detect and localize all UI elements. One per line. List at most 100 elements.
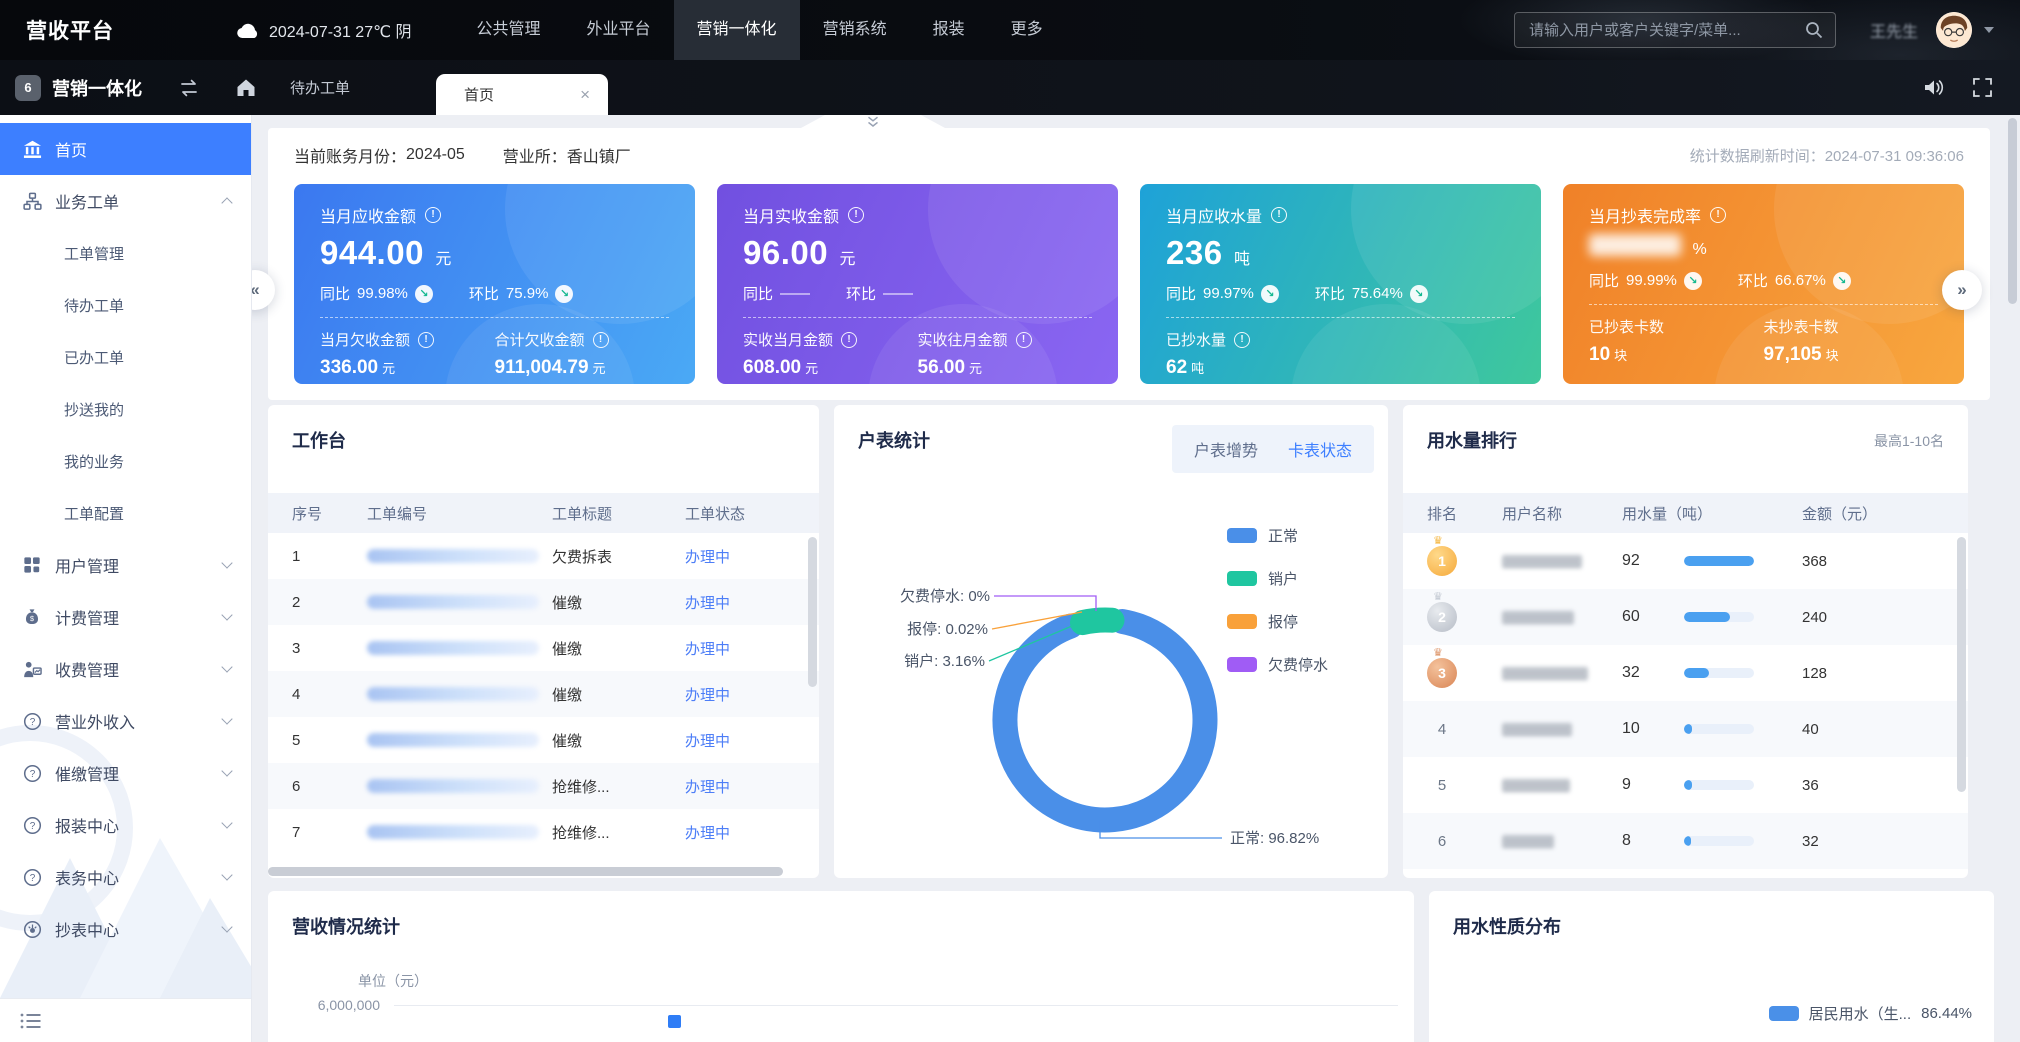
top-nav-public-mgmt[interactable]: 公共管理 — [454, 0, 564, 60]
tab-home[interactable]: 首页 × — [436, 74, 608, 115]
top-nav-more[interactable]: 更多 — [988, 0, 1066, 60]
sidebar-subitem-done-orders[interactable]: 已办工单 — [0, 331, 251, 383]
table-row: 3催缴办理中 — [268, 625, 819, 671]
search-icon[interactable] — [1805, 21, 1823, 39]
donut-slice-closed[interactable] — [1083, 620, 1113, 623]
usage-bar — [1684, 556, 1754, 566]
top-nav-marketing-integrated[interactable]: 营销一体化 — [674, 0, 800, 60]
trend-down-icon: ↘ — [1684, 272, 1702, 290]
question-circle-icon: ? — [22, 711, 42, 731]
sub-metric-value: 62 — [1166, 357, 1187, 378]
top-nav-marketing-system[interactable]: 营销系统 — [800, 0, 910, 60]
sidebar-item-collection-mgmt[interactable]: ? 催缴管理 — [0, 747, 251, 799]
global-search[interactable] — [1514, 12, 1836, 48]
top-nav-field-platform[interactable]: 外业平台 — [564, 0, 674, 60]
legend-item-stop-water[interactable]: 欠费停水 — [1227, 654, 1328, 675]
account-month-label: 当前账务月份： — [294, 143, 406, 167]
yoy-value: 99.97% — [1203, 285, 1254, 302]
carousel-next-button[interactable]: » — [1942, 270, 1982, 310]
card-reading-completion: 当月抄表完成率 ! % 同比99.99%↘ 环比66.67%↘ 已抄表卡数 10… — [1563, 184, 1964, 384]
sidebar-item-meter-affairs-center[interactable]: ? 表务中心 — [0, 851, 251, 903]
sidebar-item-meter-reading-center[interactable]: 抄表中心 — [0, 903, 251, 955]
sidebar-item-fee-mgmt[interactable]: 收费管理 — [0, 643, 251, 695]
sidebar-subitem-order-config[interactable]: 工单配置 — [0, 487, 251, 539]
sidebar-item-label: 抄表中心 — [55, 917, 119, 941]
middle-panels: 工作台 序号 工单编号 工单标题 工单状态 1欠费拆表办理中 2催缴办理中 3催… — [268, 405, 1968, 878]
workbench-horizontal-scrollbar[interactable] — [268, 867, 783, 876]
status-link[interactable]: 办理中 — [685, 730, 795, 751]
sidebar-subitem-order-mgmt[interactable]: 工单管理 — [0, 227, 251, 279]
revenue-stats-panel: 营收情况统计 单位（元） 6,000,000 — [268, 891, 1414, 1042]
status-link[interactable]: 办理中 — [685, 638, 795, 659]
legend-item-closed[interactable]: 销户 — [1227, 568, 1328, 589]
sound-icon[interactable] — [1923, 78, 1945, 97]
search-input[interactable] — [1527, 21, 1805, 40]
sidebar-item-user-mgmt[interactable]: 用户管理 — [0, 539, 251, 591]
avatar[interactable] — [1936, 12, 1972, 48]
sub-metric-value: 911,004.79 — [495, 357, 589, 378]
sidebar-item-billing-mgmt[interactable]: $ 计费管理 — [0, 591, 251, 643]
legend-item-normal[interactable]: 正常 — [1227, 525, 1328, 546]
info-icon[interactable]: ! — [1710, 207, 1726, 223]
question-circle-icon: ? — [22, 815, 42, 835]
status-link[interactable]: 办理中 — [685, 546, 795, 567]
sidebar-collapse-toggle[interactable] — [0, 998, 251, 1042]
sub-metric-value: 56.00 — [918, 357, 966, 378]
info-icon[interactable]: ! — [1016, 332, 1032, 348]
table-row: 2 60 240 — [1403, 589, 1968, 645]
info-icon[interactable]: ! — [1234, 332, 1250, 348]
sidebar-subitem-todo-orders[interactable]: 待办工单 — [0, 279, 251, 331]
chart-legend-swatch[interactable] — [668, 1015, 681, 1028]
mom-value: 75.64% — [1352, 285, 1403, 302]
info-icon[interactable]: ! — [848, 207, 864, 223]
mom-value: 66.67% — [1775, 272, 1826, 289]
top-nav-installation[interactable]: 报装 — [910, 0, 988, 60]
info-icon[interactable]: ! — [425, 207, 441, 223]
grid-icon — [22, 555, 42, 575]
card-value: 96.00 — [743, 234, 828, 271]
question-circle-icon: ? — [22, 867, 42, 887]
fullscreen-icon[interactable] — [1973, 78, 1992, 97]
workbench-vertical-scrollbar[interactable] — [808, 537, 817, 687]
main-content: 当前账务月份： 2024-05 营业所： 香山镇厂 统计数据刷新时间：2024-… — [252, 115, 2020, 1042]
sidebar-item-installation-center[interactable]: ? 报装中心 — [0, 799, 251, 851]
card-unit: 元 — [840, 251, 856, 268]
home-icon[interactable] — [236, 78, 256, 97]
weather-widget: 2024-07-31 27℃ 阴 — [236, 18, 412, 42]
carousel-prev-button[interactable]: « — [252, 270, 275, 310]
table-row: 4催缴办理中 — [268, 671, 819, 717]
info-icon[interactable]: ! — [1271, 207, 1287, 223]
sidebar-subitem-cc-me[interactable]: 抄送我的 — [0, 383, 251, 435]
sidebar-item-nonoperating-income[interactable]: ? 营业外收入 — [0, 695, 251, 747]
ranking-vertical-scrollbar[interactable] — [1957, 537, 1966, 792]
status-link[interactable]: 办理中 — [685, 684, 795, 705]
cashier-icon — [22, 659, 42, 679]
card-title: 当月实收金额 — [743, 203, 839, 227]
status-link[interactable]: 办理中 — [685, 592, 795, 613]
table-row: 2催缴办理中 — [268, 579, 819, 625]
sidebar-item-label: 报装中心 — [55, 813, 119, 837]
todo-workorder-link[interactable]: 待办工单 — [290, 77, 350, 98]
sidebar-item-work-order[interactable]: 业务工单 — [0, 175, 251, 227]
callout-paused: 报停: 0.02% — [907, 621, 988, 638]
info-icon[interactable]: ! — [841, 332, 857, 348]
page-scrollbar[interactable] — [2008, 118, 2017, 304]
status-link[interactable]: 办理中 — [685, 822, 795, 843]
legend-item-paused[interactable]: 报停 — [1227, 611, 1328, 632]
legend-item-residential[interactable]: 居民用水（生... 86.44% — [1769, 1003, 1972, 1024]
ranking-title: 用水量排行 — [1427, 427, 1517, 453]
info-icon[interactable]: ! — [418, 332, 434, 348]
card-unit: 吨 — [1234, 251, 1250, 268]
tab-close-icon[interactable]: × — [580, 85, 590, 105]
collapse-stats-notch[interactable] — [773, 115, 973, 128]
status-link[interactable]: 办理中 — [685, 776, 795, 797]
info-icon[interactable]: ! — [593, 332, 609, 348]
legend-swatch — [1227, 614, 1257, 629]
bank-icon — [22, 139, 42, 159]
sidebar-subitem-my-business[interactable]: 我的业务 — [0, 435, 251, 487]
switch-app-icon[interactable] — [178, 79, 200, 97]
sidebar: 首页 业务工单 工单管理 待办工单 已办工单 抄送我的 我的业务 工单配置 用户… — [0, 115, 252, 1042]
user-menu-caret-icon[interactable] — [1984, 27, 1994, 33]
donut-slice-normal[interactable] — [1005, 622, 1205, 820]
sidebar-item-home[interactable]: 首页 — [0, 123, 251, 175]
